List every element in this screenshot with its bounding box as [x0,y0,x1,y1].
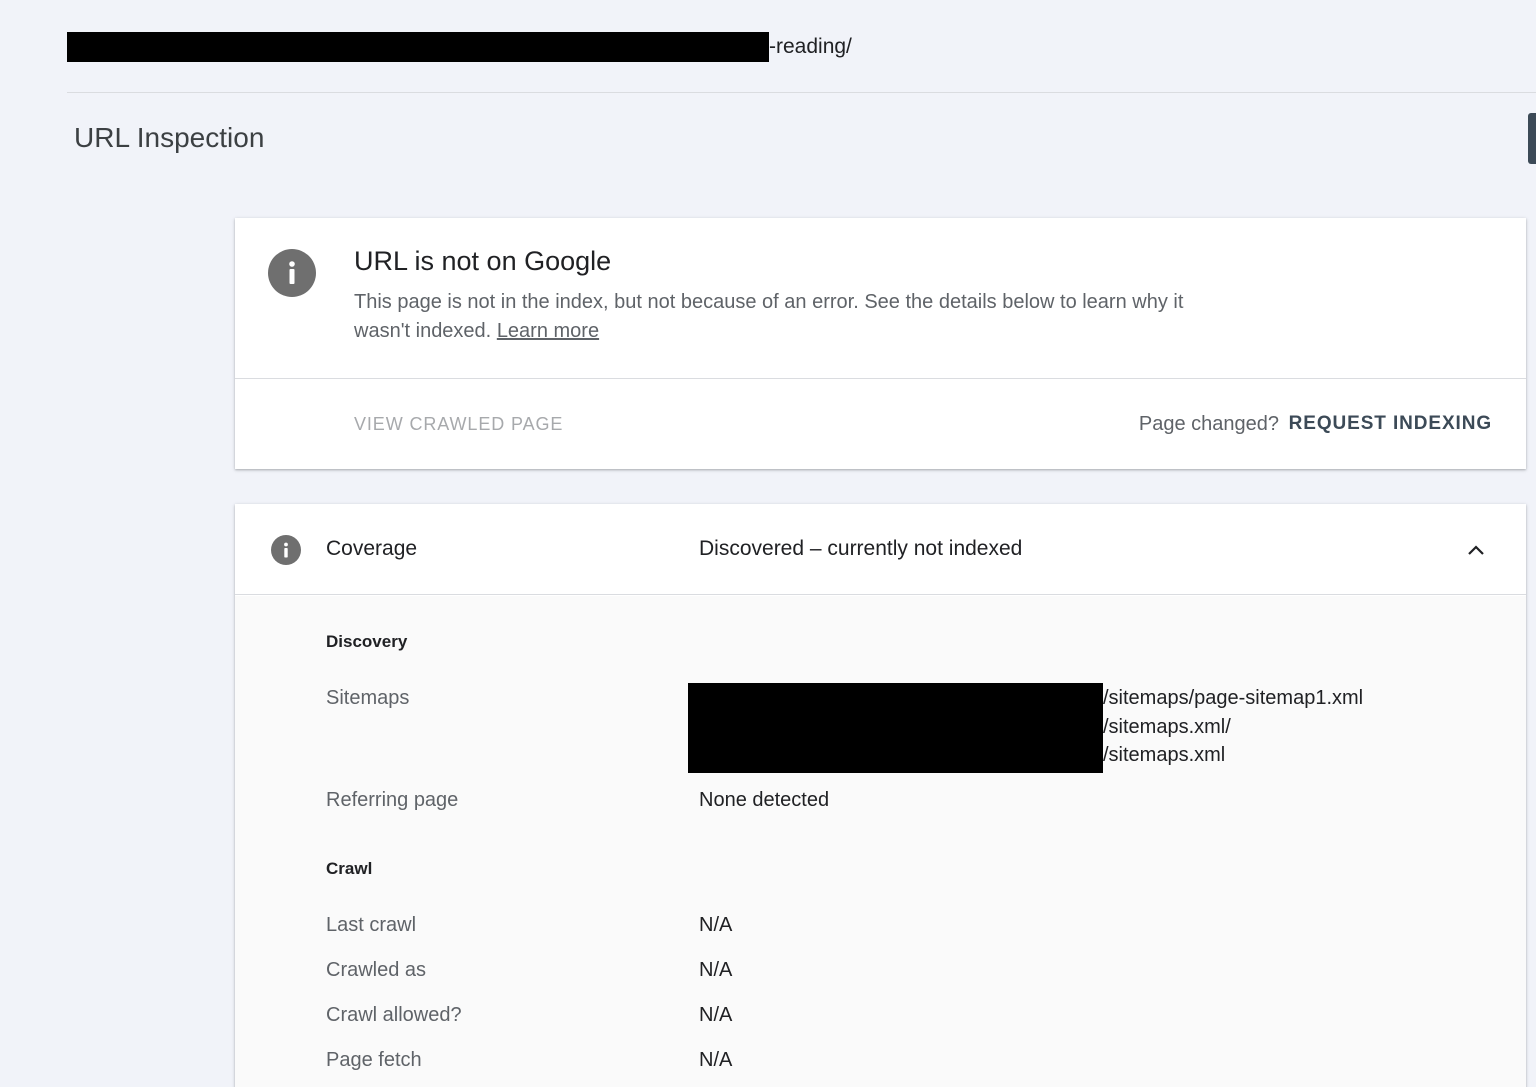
learn-more-link[interactable]: Learn more [497,320,599,342]
coverage-label: Coverage [326,537,418,560]
referring-page-label: Referring page [326,789,459,811]
coverage-card: Coverage Discovered – currently not inde… [235,504,1526,1087]
coverage-value: Discovered – currently not indexed [699,537,1023,560]
redacted-sitemap-domain [688,683,1103,773]
crawl-allowed-label: Crawl allowed? [326,1004,462,1026]
crawled-as-value: N/A [699,959,733,981]
last-crawl-value: N/A [699,914,733,936]
status-description-text: This page is not in the index, but not b… [354,291,1184,342]
last-crawl-label: Last crawl [326,914,417,936]
crawl-allowed-value: N/A [699,1004,733,1026]
sitemap-entry: /sitemaps.xml/ [1103,715,1231,738]
header-divider [67,92,1536,93]
coverage-header[interactable]: Coverage Discovered – currently not inde… [235,504,1526,595]
request-indexing-button[interactable]: REQUEST INDEXING [1289,413,1492,435]
sitemap-entry: /sitemaps/page-sitemap1.xml [1103,687,1364,709]
index-status-card: URL is not on Google This page is not in… [235,218,1526,469]
url-suffix: -reading/ [769,35,852,58]
info-icon [271,535,301,565]
view-crawled-page-button[interactable]: VIEW CRAWLED PAGE [354,414,563,435]
sitemap-list: /sitemaps/page-sitemap1.xml /sitemaps.xm… [1103,683,1363,770]
sitemaps-value: /sitemaps/page-sitemap1.xml /sitemaps.xm… [688,683,1363,773]
status-description: This page is not in the index, but not b… [354,288,1194,346]
info-icon [268,249,316,297]
page-title: URL Inspection [74,122,265,153]
coverage-details: Discovery Sitemaps /sitemaps/page-sitema… [235,596,1526,1087]
status-title: URL is not on Google [354,246,612,276]
redacted-url-block [67,32,769,62]
referring-page-value: None detected [699,789,830,811]
page-fetch-value: N/A [699,1049,733,1071]
side-panel-tab[interactable] [1528,113,1536,164]
chevron-up-icon[interactable] [1466,540,1486,560]
discovery-heading: Discovery [326,632,408,651]
inspected-url: -reading/ [67,30,852,64]
sitemap-entry: /sitemaps.xml [1103,744,1226,766]
page-changed-label: Page changed? [1138,413,1279,435]
card-divider [235,378,1526,379]
crawl-heading: Crawl [326,859,373,878]
crawled-as-label: Crawled as [326,959,427,981]
page-fetch-label: Page fetch [326,1049,422,1071]
url-inspection-page: -reading/ URL Inspection URL is not on G… [0,0,1536,1087]
sitemaps-label: Sitemaps [326,687,410,709]
